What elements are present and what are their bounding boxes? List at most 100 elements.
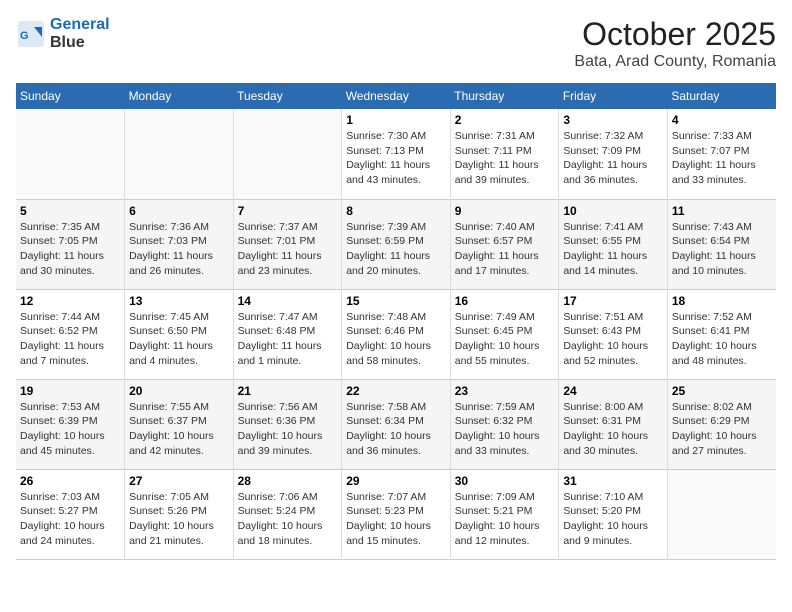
day-info: Sunrise: 8:00 AM Sunset: 6:31 PM Dayligh… [563, 400, 663, 459]
calendar-week-row: 19 Sunrise: 7:53 AM Sunset: 6:39 PM Dayli… [16, 379, 776, 469]
day-info: Sunrise: 7:09 AM Sunset: 5:21 PM Dayligh… [455, 490, 555, 549]
calendar-day-cell: 27 Sunrise: 7:05 AM Sunset: 5:26 PM Dayli… [125, 469, 234, 559]
day-number: 13 [129, 294, 229, 308]
calendar-day-cell: 30Sunrise: 7:09 AM Sunset: 5:21 PM Dayli… [450, 469, 559, 559]
calendar-day-cell: 6Sunrise: 7:36 AM Sunset: 7:03 PM Daylig… [125, 199, 234, 289]
day-number: 31 [563, 474, 663, 488]
svg-text:G: G [20, 30, 29, 42]
day-info: Sunrise: 7:41 AM Sunset: 6:55 PM Dayligh… [563, 220, 663, 279]
calendar-day-cell: 16Sunrise: 7:49 AM Sunset: 6:45 PM Dayli… [450, 289, 559, 379]
calendar-day-cell [233, 109, 342, 199]
day-number: 12 [20, 294, 120, 308]
calendar-day-cell: 24 Sunrise: 8:00 AM Sunset: 6:31 PM Dayli… [559, 379, 668, 469]
page-header: G General Blue October 2025 Bata, Arad C… [16, 16, 776, 71]
day-info: Sunrise: 7:31 AM Sunset: 7:11 PM Dayligh… [455, 129, 555, 188]
day-number: 26 [20, 474, 120, 488]
day-number: 29 [346, 474, 446, 488]
day-number: 1 [346, 113, 446, 127]
calendar-week-row: 1 Sunrise: 7:30 AM Sunset: 7:13 PM Daylig… [16, 109, 776, 199]
day-number: 3 [563, 113, 663, 127]
day-info: Sunrise: 7:53 AM Sunset: 6:39 PM Dayligh… [20, 400, 120, 459]
calendar-day-cell: 31Sunrise: 7:10 AM Sunset: 5:20 PM Dayli… [559, 469, 668, 559]
calendar-day-cell: 4 Sunrise: 7:33 AM Sunset: 7:07 PM Daylig… [667, 109, 776, 199]
day-number: 24 [563, 384, 663, 398]
calendar-week-row: 26 Sunrise: 7:03 AM Sunset: 5:27 PM Dayli… [16, 469, 776, 559]
calendar-week-row: 12 Sunrise: 7:44 AM Sunset: 6:52 PM Dayli… [16, 289, 776, 379]
day-number: 25 [672, 384, 772, 398]
logo-text-general: General [50, 16, 110, 33]
calendar-day-cell: 26 Sunrise: 7:03 AM Sunset: 5:27 PM Dayli… [16, 469, 125, 559]
calendar-day-cell: 28 Sunrise: 7:06 AM Sunset: 5:24 PM Dayli… [233, 469, 342, 559]
day-number: 20 [129, 384, 229, 398]
day-info: Sunrise: 7:03 AM Sunset: 5:27 PM Dayligh… [20, 490, 120, 549]
day-info: Sunrise: 7:37 AM Sunset: 7:01 PM Dayligh… [238, 220, 338, 279]
day-info: Sunrise: 7:52 AM Sunset: 6:41 PM Dayligh… [672, 310, 772, 369]
calendar-day-cell: 18 Sunrise: 7:52 AM Sunset: 6:41 PM Dayli… [667, 289, 776, 379]
day-number: 22 [346, 384, 446, 398]
day-number: 18 [672, 294, 772, 308]
day-info: Sunrise: 7:49 AM Sunset: 6:45 PM Dayligh… [455, 310, 555, 369]
calendar-day-cell: 11 Sunrise: 7:43 AM Sunset: 6:54 PM Dayli… [667, 199, 776, 289]
calendar-day-cell: 8Sunrise: 7:39 AM Sunset: 6:59 PM Daylig… [342, 199, 451, 289]
calendar-day-cell: 29 Sunrise: 7:07 AM Sunset: 5:23 PM Dayli… [342, 469, 451, 559]
day-info: Sunrise: 7:59 AM Sunset: 6:32 PM Dayligh… [455, 400, 555, 459]
day-info: Sunrise: 8:02 AM Sunset: 6:29 PM Dayligh… [672, 400, 772, 459]
day-number: 27 [129, 474, 229, 488]
calendar-day-cell: 21 Sunrise: 7:56 AM Sunset: 6:36 PM Dayli… [233, 379, 342, 469]
day-info: Sunrise: 7:35 AM Sunset: 7:05 PM Dayligh… [20, 220, 120, 279]
day-info: Sunrise: 7:56 AM Sunset: 6:36 PM Dayligh… [238, 400, 338, 459]
day-info: Sunrise: 7:32 AM Sunset: 7:09 PM Dayligh… [563, 129, 663, 188]
day-info: Sunrise: 7:55 AM Sunset: 6:37 PM Dayligh… [129, 400, 229, 459]
calendar-day-cell: 14Sunrise: 7:47 AM Sunset: 6:48 PM Dayli… [233, 289, 342, 379]
day-info: Sunrise: 7:40 AM Sunset: 6:57 PM Dayligh… [455, 220, 555, 279]
calendar-day-cell: 3 Sunrise: 7:32 AM Sunset: 7:09 PM Daylig… [559, 109, 668, 199]
calendar-day-cell: 9 Sunrise: 7:40 AM Sunset: 6:57 PM Daylig… [450, 199, 559, 289]
day-of-week-header: Monday [125, 83, 234, 109]
day-number: 21 [238, 384, 338, 398]
calendar-day-cell: 10 Sunrise: 7:41 AM Sunset: 6:55 PM Dayli… [559, 199, 668, 289]
calendar-day-cell: 13Sunrise: 7:45 AM Sunset: 6:50 PM Dayli… [125, 289, 234, 379]
day-info: Sunrise: 7:51 AM Sunset: 6:43 PM Dayligh… [563, 310, 663, 369]
day-info: Sunrise: 7:47 AM Sunset: 6:48 PM Dayligh… [238, 310, 338, 369]
day-number: 9 [455, 204, 555, 218]
calendar-day-cell: 5 Sunrise: 7:35 AM Sunset: 7:05 PM Daylig… [16, 199, 125, 289]
day-number: 28 [238, 474, 338, 488]
day-info: Sunrise: 7:44 AM Sunset: 6:52 PM Dayligh… [20, 310, 120, 369]
day-info: Sunrise: 7:05 AM Sunset: 5:26 PM Dayligh… [129, 490, 229, 549]
day-number: 15 [346, 294, 446, 308]
day-of-week-header: Saturday [667, 83, 776, 109]
calendar-title: October 2025 [574, 16, 776, 53]
day-info: Sunrise: 7:58 AM Sunset: 6:34 PM Dayligh… [346, 400, 446, 459]
day-number: 7 [238, 204, 338, 218]
day-of-week-header: Sunday [16, 83, 125, 109]
day-number: 4 [672, 113, 772, 127]
day-of-week-header: Tuesday [233, 83, 342, 109]
calendar-day-cell: 2 Sunrise: 7:31 AM Sunset: 7:11 PM Daylig… [450, 109, 559, 199]
calendar-table: SundayMondayTuesdayWednesdayThursdayFrid… [16, 83, 776, 560]
day-number: 6 [129, 204, 229, 218]
title-block: October 2025 Bata, Arad County, Romania [574, 16, 776, 71]
day-number: 2 [455, 113, 555, 127]
calendar-day-cell: 12 Sunrise: 7:44 AM Sunset: 6:52 PM Dayli… [16, 289, 125, 379]
calendar-day-cell: 19 Sunrise: 7:53 AM Sunset: 6:39 PM Dayli… [16, 379, 125, 469]
calendar-day-cell: 7 Sunrise: 7:37 AM Sunset: 7:01 PM Daylig… [233, 199, 342, 289]
day-of-week-header: Thursday [450, 83, 559, 109]
day-of-week-header: Friday [559, 83, 668, 109]
day-info: Sunrise: 7:06 AM Sunset: 5:24 PM Dayligh… [238, 490, 338, 549]
day-number: 19 [20, 384, 120, 398]
day-number: 11 [672, 204, 772, 218]
calendar-day-cell [667, 469, 776, 559]
day-number: 5 [20, 204, 120, 218]
day-info: Sunrise: 7:07 AM Sunset: 5:23 PM Dayligh… [346, 490, 446, 549]
day-info: Sunrise: 7:43 AM Sunset: 6:54 PM Dayligh… [672, 220, 772, 279]
calendar-subtitle: Bata, Arad County, Romania [574, 53, 776, 71]
day-number: 23 [455, 384, 555, 398]
calendar-day-cell [125, 109, 234, 199]
day-number: 8 [346, 204, 446, 218]
calendar-day-cell: 17Sunrise: 7:51 AM Sunset: 6:43 PM Dayli… [559, 289, 668, 379]
day-info: Sunrise: 7:30 AM Sunset: 7:13 PM Dayligh… [346, 129, 446, 188]
day-info: Sunrise: 7:33 AM Sunset: 7:07 PM Dayligh… [672, 129, 772, 188]
calendar-day-cell: 23 Sunrise: 7:59 AM Sunset: 6:32 PM Dayli… [450, 379, 559, 469]
calendar-day-cell: 25 Sunrise: 8:02 AM Sunset: 6:29 PM Dayli… [667, 379, 776, 469]
day-number: 10 [563, 204, 663, 218]
